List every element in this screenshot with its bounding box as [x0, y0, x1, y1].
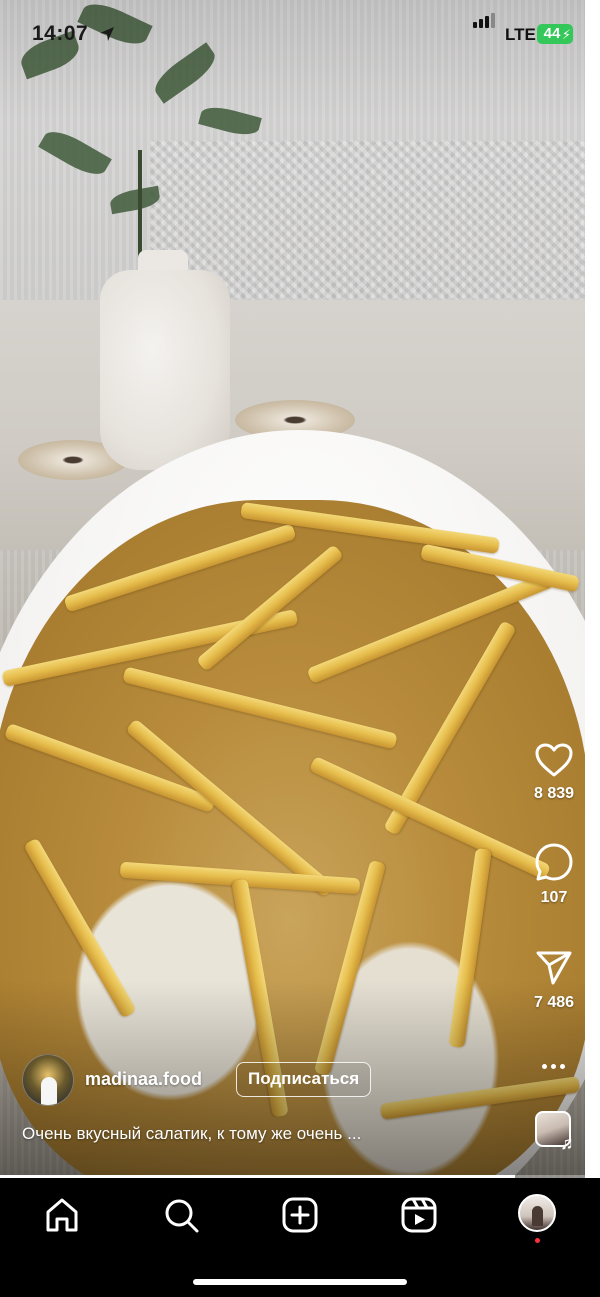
music-note-icon: ♫: [560, 1133, 574, 1153]
home-indicator[interactable]: [193, 1279, 407, 1285]
home-icon[interactable]: [42, 1195, 82, 1235]
follow-button[interactable]: Подписаться: [236, 1062, 372, 1097]
share-action[interactable]: 7 486: [524, 949, 584, 1012]
location-arrow-icon: [100, 27, 114, 41]
nav-home[interactable]: [42, 1195, 82, 1235]
nav-create[interactable]: [280, 1195, 320, 1235]
status-time: 14:07: [32, 22, 89, 45]
comment-icon[interactable]: [534, 842, 574, 882]
status-bar: 14:07 LTE 44 ⚡: [0, 0, 600, 70]
comment-action[interactable]: 107: [524, 842, 584, 907]
comment-count: 107: [540, 889, 568, 906]
notification-dot: [535, 1238, 540, 1243]
heart-icon[interactable]: [534, 742, 574, 778]
nav-profile-avatar[interactable]: [518, 1194, 556, 1232]
plant-leaf: [38, 124, 112, 182]
vase-body: [100, 270, 230, 470]
reels-icon[interactable]: [399, 1195, 439, 1235]
charging-bolt-icon: ⚡: [561, 27, 571, 42]
paper-plane-icon[interactable]: [534, 949, 574, 987]
network-type: LTE: [505, 25, 536, 44]
nav-search[interactable]: [161, 1195, 201, 1235]
nav-reels[interactable]: [399, 1195, 439, 1235]
author-avatar[interactable]: [22, 1054, 74, 1106]
like-count: 8 839: [533, 785, 575, 802]
search-icon[interactable]: [161, 1195, 201, 1235]
create-icon[interactable]: [280, 1195, 320, 1235]
share-count: 7 486: [533, 994, 575, 1011]
author-username[interactable]: madinaa.food: [85, 1069, 202, 1090]
reel-caption[interactable]: Очень вкусный салатик, к тому же очень .…: [22, 1124, 522, 1144]
like-action[interactable]: 8 839: [524, 742, 584, 803]
battery-indicator: 44 ⚡: [537, 24, 573, 44]
reel-video[interactable]: [0, 0, 585, 1178]
more-dots-icon[interactable]: [537, 1056, 571, 1076]
screen-edge: [585, 0, 600, 1178]
